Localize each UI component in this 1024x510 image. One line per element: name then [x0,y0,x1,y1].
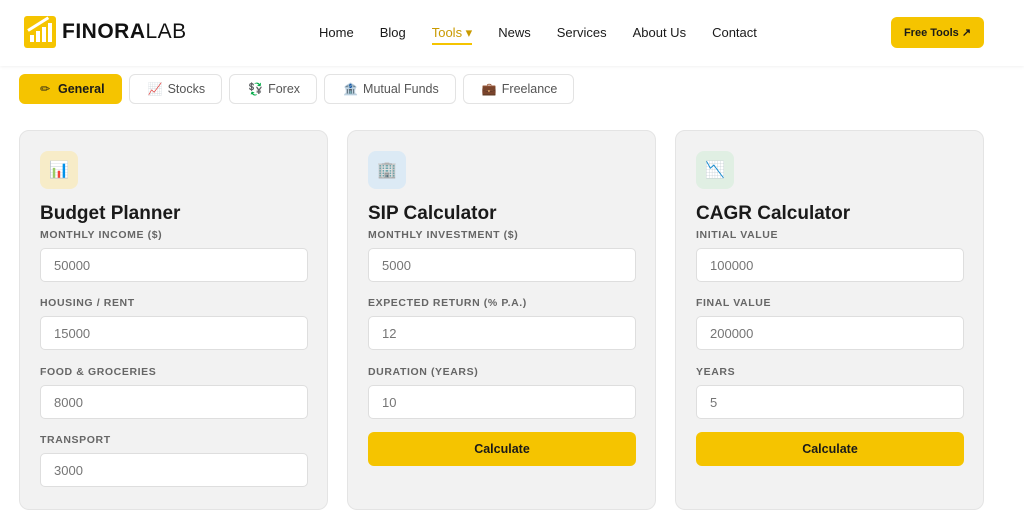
transport-input[interactable] [40,453,308,487]
tab-forex[interactable]: 💱 Forex [229,74,318,104]
field-label: FOOD & GROCERIES [40,366,157,378]
tab-label: Stocks [167,82,206,96]
category-tabs: ✏ General 📈 Stocks 💱 Forex 🏦 Mutual Fund… [19,74,575,104]
card-title: Budget Planner [40,203,181,224]
field-label: TRANSPORT [40,434,111,446]
cagr-calculate-button[interactable]: Calculate [696,432,964,466]
field-label: INITIAL VALUE [696,229,779,241]
field-label: MONTHLY INCOME ($) [40,229,163,241]
field-label: FINAL VALUE [696,297,772,309]
tab-freelance[interactable]: 💼 Freelance [462,74,575,104]
tab-label: General [58,82,105,96]
expected-return-input[interactable] [368,316,636,350]
building-icon: 🏢 [368,151,406,189]
monthly-investment-input[interactable] [368,248,636,282]
logo-chart-icon [24,16,56,48]
sip-calculate-button[interactable]: Calculate [368,432,636,466]
housing-rent-input[interactable] [40,316,308,350]
currency-exchange-icon: 💱 [248,82,264,96]
nav-services[interactable]: Services [557,25,607,45]
nav-about[interactable]: About Us [633,25,686,45]
logo-text: FINORALAB [62,20,187,44]
nav-blog[interactable]: Blog [380,25,406,45]
bar-chart-icon: 📊 [40,151,78,189]
bank-icon: 🏦 [343,82,358,96]
cagr-calculator-card: 📉 CAGR Calculator INITIAL VALUE FINAL VA… [675,130,984,510]
tab-label: Freelance [501,82,558,96]
nav-home[interactable]: Home [319,25,354,45]
tab-general[interactable]: ✏ General [19,74,122,104]
field-label: DURATION (YEARS) [368,366,479,378]
field-label: HOUSING / RENT [40,297,135,309]
free-tools-button[interactable]: Free Tools ↗ [891,17,984,48]
initial-value-input[interactable] [696,248,964,282]
chart-up-icon: 📈 [147,82,163,96]
main-nav: Home Blog Tools ▾ News Services About Us… [319,25,783,45]
card-title: SIP Calculator [368,203,497,224]
nav-news[interactable]: News [498,25,531,45]
tab-label: Forex [268,82,301,96]
chart-down-icon: 📉 [696,151,734,189]
sip-calculator-card: 🏢 SIP Calculator MONTHLY INVESTMENT ($) … [347,130,656,510]
briefcase-icon: 💼 [481,82,497,96]
field-label: YEARS [696,366,736,378]
logo-text-bold: FINORA [62,20,146,43]
pencil-icon: ✏ [39,82,51,96]
tab-mutual-funds[interactable]: 🏦 Mutual Funds [324,74,456,104]
field-label: MONTHLY INVESTMENT ($) [368,229,519,241]
nav-tools[interactable]: Tools ▾ [431,25,473,45]
tab-stocks[interactable]: 📈 Stocks [128,74,223,104]
food-groceries-input[interactable] [40,385,308,419]
logo[interactable]: FINORALAB [24,16,187,48]
final-value-input[interactable] [696,316,964,350]
nav-contact[interactable]: Contact [712,25,757,45]
logo-text-light: LAB [145,20,187,43]
site-header: FINORALAB Home Blog Tools ▾ News Service… [0,0,1024,66]
years-input[interactable] [696,385,964,419]
card-title: CAGR Calculator [696,203,851,224]
tab-label: Mutual Funds [363,82,439,96]
field-label: EXPECTED RETURN (% P.A.) [368,297,527,309]
monthly-income-input[interactable] [40,248,308,282]
budget-planner-card: 📊 Budget Planner MONTHLY INCOME ($) HOUS… [19,130,328,510]
duration-years-input[interactable] [368,385,636,419]
